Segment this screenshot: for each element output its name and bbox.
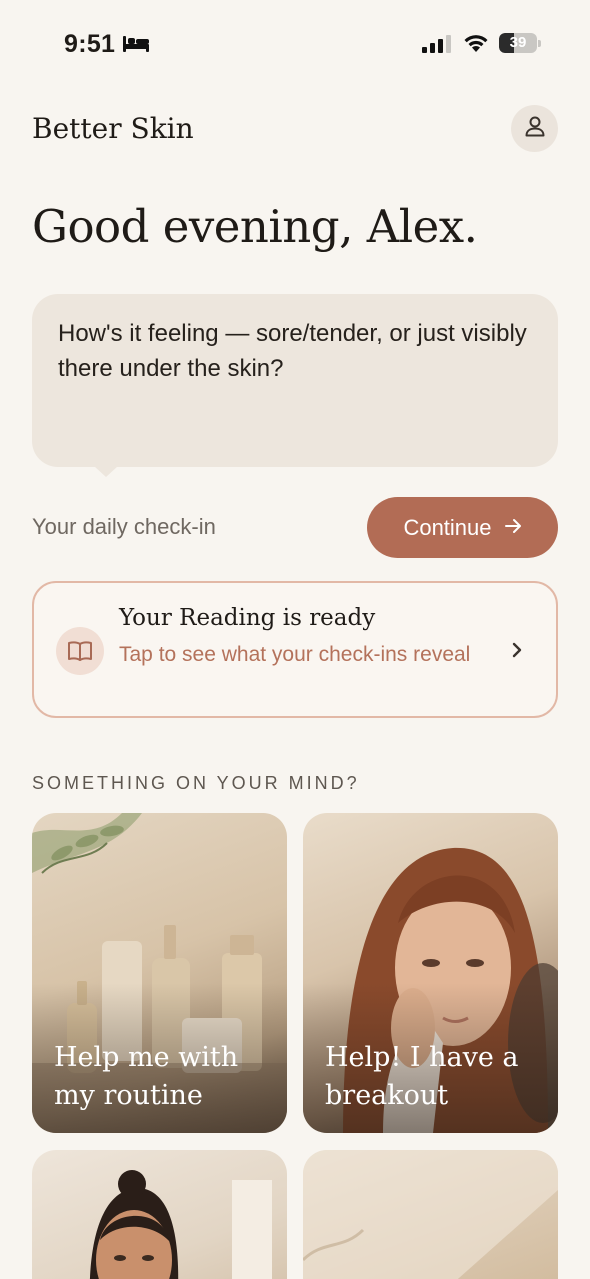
chevron-right-icon — [510, 639, 524, 666]
sunlit-wall-photo — [303, 1150, 558, 1279]
bed-icon — [122, 34, 150, 59]
continue-button[interactable]: Continue — [367, 497, 558, 558]
cellular-signal-icon — [422, 34, 452, 58]
person-icon — [524, 115, 546, 142]
status-time: 9:51 — [64, 30, 116, 58]
topics-section-heading: SOMETHING ON YOUR MIND? — [32, 773, 360, 793]
check-in-question: How's it feeling — sore/tender, or just … — [58, 320, 527, 382]
check-in-question-bubble: How's it feeling — sore/tender, or just … — [32, 294, 558, 477]
reading-ready-card[interactable]: Your Reading is ready Tap to see what yo… — [32, 581, 558, 718]
wifi-icon — [463, 33, 489, 58]
app-title: Better Skin — [32, 112, 194, 145]
battery-percentage: 39 — [509, 34, 527, 51]
status-bar: 9:51 39 — [0, 0, 590, 90]
arrow-right-icon — [504, 515, 522, 541]
reading-card-subtitle: Tap to see what your check-ins reveal — [119, 643, 471, 666]
profile-button[interactable] — [511, 105, 558, 152]
book-icon — [56, 627, 104, 675]
topic-card-4[interactable] — [303, 1150, 558, 1279]
continue-button-label: Continue — [403, 514, 492, 540]
topic-card-routine[interactable]: Help me with my routine — [32, 813, 287, 1133]
topic-card-label: Help! I have a breakout — [325, 1042, 519, 1111]
reading-card-title: Your Reading is ready — [119, 605, 376, 631]
daily-check-in-label: Your daily check-in — [32, 514, 216, 539]
topic-card-breakout[interactable]: Help! I have a breakout — [303, 813, 558, 1133]
woman-portrait-photo — [89, 1170, 272, 1279]
topic-card-label: Help me with my routine — [54, 1042, 239, 1111]
battery-indicator: 39 — [499, 33, 541, 53]
greeting-heading: Good evening, Alex. — [32, 200, 478, 253]
topic-card-3[interactable] — [32, 1150, 287, 1279]
